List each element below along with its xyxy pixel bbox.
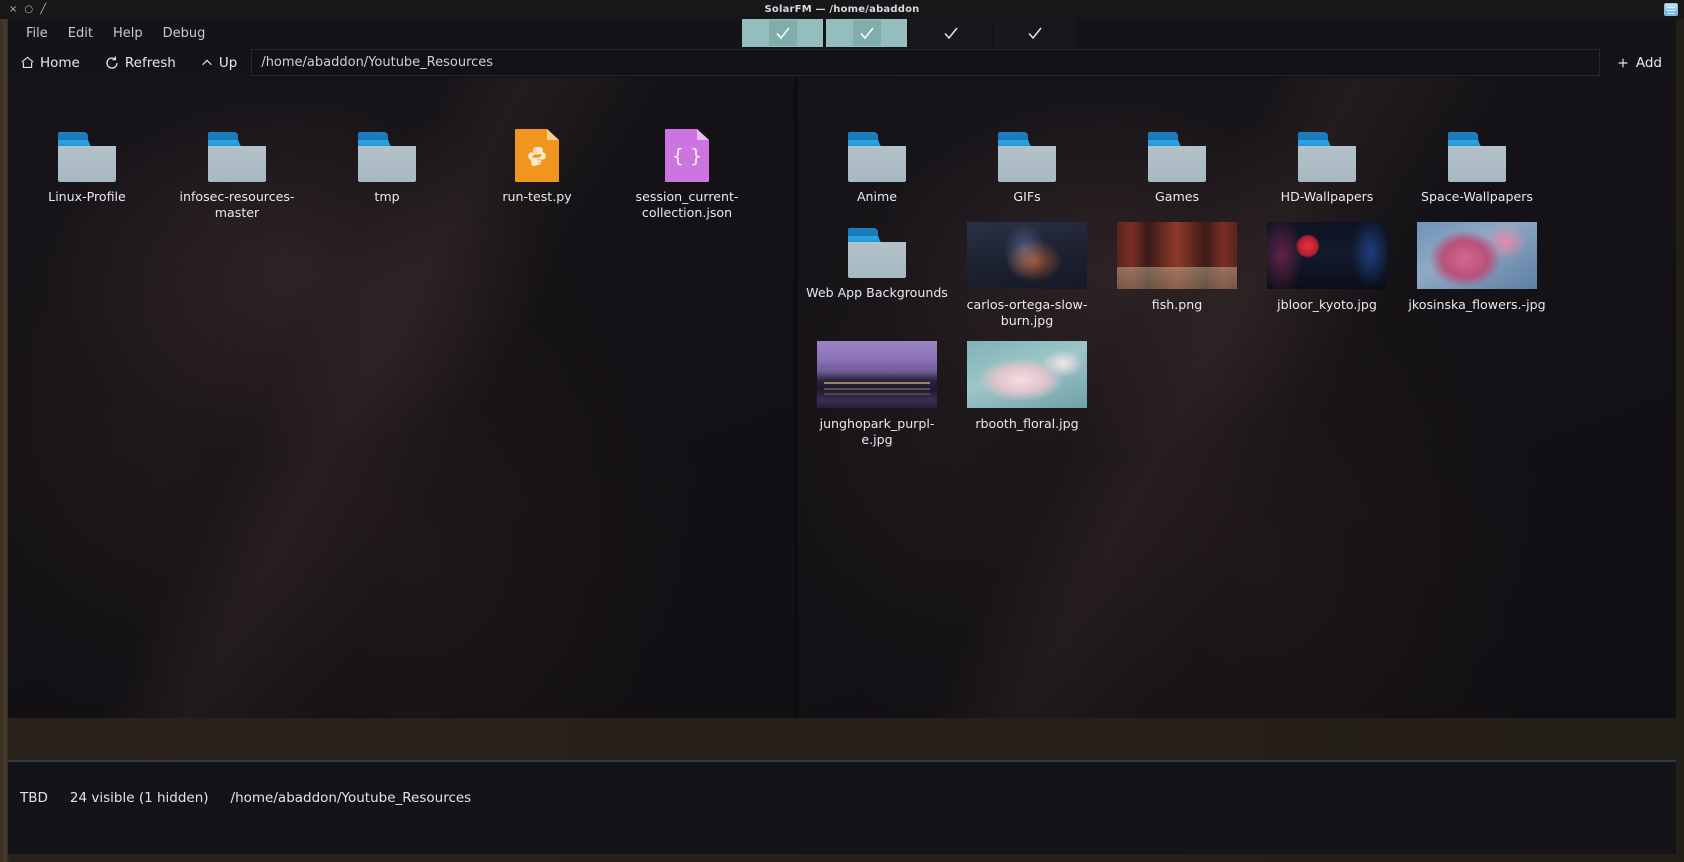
list-item[interactable]: jbloor_kyoto.jpg	[1252, 214, 1402, 333]
list-item[interactable]: junghopark_purpl-e.jpg	[802, 333, 952, 452]
list-item[interactable]: run-test.py	[462, 118, 612, 225]
file-name: HD-Wallpapers	[1280, 189, 1374, 204]
folder-icon	[58, 124, 116, 182]
title-bar: × ○ ╱ SolarFM — /home/abaddon	[0, 0, 1684, 19]
python-glyph	[515, 129, 559, 182]
home-button[interactable]: Home	[8, 47, 92, 78]
file-name: jkosinska_flowers.-jpg	[1408, 297, 1546, 312]
status-counts: 24 visible (1 hidden)	[69, 790, 209, 806]
file-name: Web App Backgrounds	[806, 285, 948, 300]
refresh-button[interactable]: Refresh	[91, 47, 188, 78]
file-name: session_current-collection.json	[635, 189, 739, 220]
check-icon	[941, 23, 961, 43]
file-name: infosec-resources-master	[179, 189, 295, 220]
list-item[interactable]: Anime	[802, 118, 952, 214]
status-path: /home/abaddon/Youtube_Resources	[230, 790, 472, 806]
file-name: junghopark_purpl-e.jpg	[819, 416, 935, 447]
python-file-icon	[515, 124, 559, 182]
status-message: TBD	[20, 790, 48, 806]
braces-glyph: { }	[671, 144, 703, 167]
menu-item-debug[interactable]: Debug	[153, 22, 216, 45]
folder-icon	[998, 124, 1056, 182]
folder-icon	[358, 124, 416, 182]
pane-toggle-2[interactable]	[826, 19, 908, 47]
check-icon	[1025, 23, 1045, 43]
folder-icon	[848, 220, 906, 278]
up-button[interactable]: Up	[187, 47, 250, 78]
image-thumbnail	[1417, 220, 1537, 290]
status-row: TBD 24 visible (1 hidden) /home/abaddon/…	[8, 784, 471, 812]
pane-toggle-4[interactable]	[994, 19, 1076, 47]
home-label: Home	[40, 54, 80, 71]
file-name: run-test.py	[502, 189, 572, 204]
solarfm-window: × ○ ╱ SolarFM — /home/abaddon File Edit …	[0, 0, 1684, 862]
file-name: fish.png	[1151, 297, 1203, 312]
add-label: Add	[1635, 54, 1662, 71]
pane-toggle-1[interactable]	[742, 19, 824, 47]
up-label: Up	[218, 54, 238, 71]
check-icon	[768, 20, 797, 46]
refresh-label: Refresh	[124, 54, 176, 71]
image-thumbnail	[817, 339, 937, 409]
check-icon	[852, 20, 881, 46]
list-item[interactable]: carlos-ortega-slow-burn.jpg	[952, 214, 1102, 333]
list-item[interactable]: HD-Wallpapers	[1252, 118, 1402, 214]
plus-icon	[1618, 58, 1628, 67]
file-name: jbloor_kyoto.jpg	[1277, 297, 1377, 312]
left-pane: Desktop ✖ movies ✖ Downloads ✖	[8, 78, 794, 718]
list-item[interactable]: Linux-Profile	[12, 118, 162, 225]
list-item[interactable]: infosec-resources-master	[162, 118, 312, 225]
right-file-grid: Anime GIFs Games HD-Wallpapers Space-Wal…	[798, 110, 1676, 460]
file-name: GIFs	[1013, 189, 1041, 204]
path-value: /home/abaddon/Youtube_Resources	[261, 55, 494, 70]
folder-icon	[848, 124, 906, 182]
left-file-grid: Linux-Profile infosec-resources-master t…	[8, 110, 794, 233]
json-file-icon: { }	[665, 124, 709, 182]
image-thumbnail	[1117, 220, 1237, 290]
menu-bar: File Edit Help Debug	[8, 19, 1676, 47]
right-pane: 000_System_Backups ✖ Vids ✖ Backgrounds …	[798, 78, 1676, 718]
menu-items: File Edit Help Debug	[8, 22, 215, 45]
refresh-icon	[106, 56, 118, 69]
image-thumbnail	[1267, 220, 1387, 290]
file-name: Anime	[856, 189, 898, 204]
menu-item-file[interactable]: File	[16, 22, 58, 45]
window-icon	[1664, 3, 1678, 16]
file-name: Space-Wallpapers	[1421, 189, 1533, 204]
list-item[interactable]: Games	[1102, 118, 1252, 214]
file-name: Linux-Profile	[48, 189, 126, 204]
list-item[interactable]: rbooth_floral.jpg	[952, 333, 1102, 452]
list-item[interactable]: fish.png	[1102, 214, 1252, 333]
status-bar: TBD 24 visible (1 hidden) /home/abaddon/…	[8, 760, 1676, 854]
file-name: Games	[1154, 189, 1200, 204]
image-thumbnail	[967, 220, 1087, 290]
menu-item-help[interactable]: Help	[103, 22, 153, 45]
pane-toggle-group	[742, 19, 1076, 47]
folder-icon	[208, 124, 266, 182]
pane-container: Desktop ✖ movies ✖ Downloads ✖	[8, 78, 1676, 718]
folder-icon	[1448, 124, 1506, 182]
folder-icon	[1148, 124, 1206, 182]
window-title: SolarFM — /home/abaddon	[764, 4, 920, 15]
file-name: carlos-ortega-slow-burn.jpg	[966, 297, 1088, 328]
image-thumbnail	[967, 339, 1087, 409]
add-tab-button[interactable]: Add	[1601, 47, 1676, 78]
list-item[interactable]: GIFs	[952, 118, 1102, 214]
list-item[interactable]: Space-Wallpapers	[1402, 118, 1552, 214]
path-input[interactable]: /home/abaddon/Youtube_Resources	[251, 49, 1600, 76]
pane-toggle-3[interactable]	[910, 19, 992, 47]
list-item[interactable]: tmp	[312, 118, 462, 225]
file-name: tmp	[374, 189, 400, 204]
folder-icon	[1298, 124, 1356, 182]
navigation-bar: Home Refresh Up /home/abaddon/Youtube_Re…	[8, 47, 1676, 78]
list-item[interactable]: { } session_current-collection.json	[612, 118, 762, 225]
file-name: rbooth_floral.jpg	[975, 416, 1079, 431]
list-item[interactable]: jkosinska_flowers.-jpg	[1402, 214, 1552, 333]
list-item[interactable]: Web App Backgrounds	[802, 214, 952, 333]
home-icon	[21, 56, 34, 68]
menu-item-edit[interactable]: Edit	[58, 22, 103, 45]
chevron-up-icon	[202, 59, 212, 65]
